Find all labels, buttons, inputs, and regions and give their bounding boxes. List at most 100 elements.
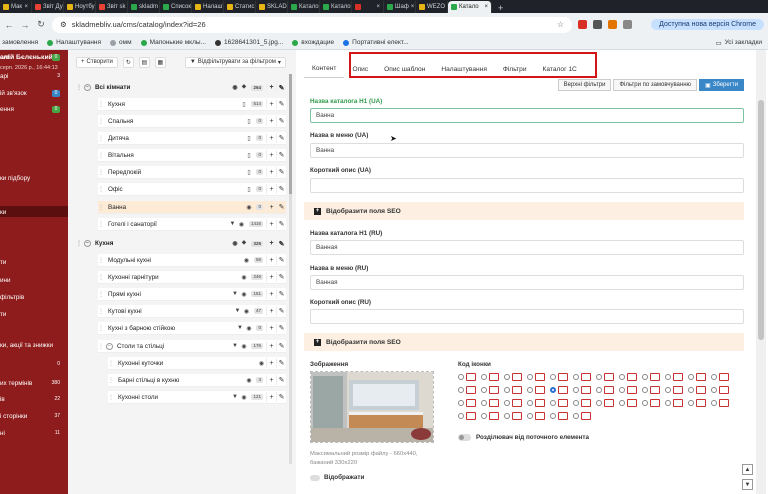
tree-row[interactable]: ⋮ Спальня ▯ 0 + ✎ — [98, 115, 286, 128]
icon-option[interactable] — [481, 384, 503, 396]
sidebar-menu-item[interactable]: ки — [0, 206, 68, 218]
icon-radio[interactable] — [711, 374, 717, 380]
edit-pencil-icon[interactable]: ✎ — [276, 116, 286, 126]
visibility-icon[interactable]: ◉ — [239, 274, 248, 281]
icon-option[interactable] — [596, 397, 618, 409]
visibility-icon[interactable]: ◉ — [244, 204, 253, 211]
edit-pencil-icon[interactable]: ✎ — [276, 289, 286, 299]
icon-option[interactable] — [527, 371, 549, 383]
tree-row[interactable]: ⋮ Кутові кухні ▼ ◉ 47 + ✎ — [98, 305, 286, 318]
bookmark-icon[interactable]: ▯ — [244, 152, 253, 159]
icon-radio[interactable] — [596, 400, 602, 406]
icon-radio[interactable] — [481, 413, 487, 419]
edit-pencil-icon[interactable]: ✎ — [276, 272, 286, 282]
edit-pencil-icon[interactable]: ✎ — [276, 392, 286, 402]
icon-option[interactable] — [619, 371, 641, 383]
add-child-button[interactable]: + — [266, 133, 276, 143]
icon-option[interactable] — [504, 397, 526, 409]
visibility-icon[interactable]: ◉ — [244, 325, 253, 332]
icon-option[interactable] — [550, 397, 572, 409]
refresh-button[interactable]: ↻ — [122, 56, 134, 68]
icon-radio[interactable] — [642, 387, 648, 393]
sidebar-menu-item[interactable]: фільтрів — [0, 291, 68, 303]
add-child-button[interactable]: + — [266, 289, 276, 299]
browser-tab[interactable]: Список× — [160, 1, 192, 13]
tag-icon[interactable]: ⬥ — [239, 84, 248, 91]
icon-option[interactable] — [596, 371, 618, 383]
icon-option[interactable] — [458, 384, 480, 396]
collapse-button[interactable]: ▤ — [138, 56, 150, 68]
extension-icon[interactable] — [608, 20, 617, 29]
edit-pencil-icon[interactable]: ✎ — [276, 167, 286, 177]
tree-row[interactable]: ⋮ Кухонні столи ▼ ◉ 121 + ✎ — [108, 391, 286, 404]
icon-option[interactable] — [665, 371, 687, 383]
icon-radio[interactable] — [550, 374, 556, 380]
icon-option[interactable] — [527, 397, 549, 409]
icon-radio[interactable] — [711, 400, 717, 406]
icon-option[interactable] — [573, 397, 595, 409]
top-filters-button[interactable]: Верхні фільтри — [557, 79, 612, 91]
extension-icon[interactable] — [593, 20, 602, 29]
add-child-button[interactable]: + — [266, 306, 276, 316]
icon-radio[interactable] — [527, 374, 533, 380]
icon-radio[interactable] — [550, 413, 556, 419]
visibility-icon[interactable]: ◉ — [242, 257, 251, 264]
browser-tab[interactable]: Шаф × — [384, 1, 416, 13]
icon-option[interactable] — [481, 410, 503, 422]
icon-radio[interactable] — [688, 400, 694, 406]
edit-pencil-icon[interactable]: ✎ — [276, 202, 286, 212]
tab-close-icon[interactable]: × — [24, 4, 28, 10]
tree-row[interactable]: ⋮ Барні стільці в кухню ◉ 4 + ✎ — [108, 374, 286, 387]
scroll-bottom-arrow-icon[interactable]: ▼ — [742, 479, 753, 490]
separator-toggle[interactable] — [458, 434, 471, 441]
icon-option[interactable] — [665, 397, 687, 409]
drag-handle-icon[interactable]: ⋮ — [76, 240, 82, 247]
sidebar-menu-item[interactable]: і сторінки 37 — [0, 410, 68, 422]
h1-ru-input[interactable]: Ванная — [310, 240, 744, 255]
bookmark-icon[interactable]: ▯ — [239, 101, 248, 108]
browser-tab[interactable]: Катало × — [448, 1, 492, 13]
browser-tab[interactable]: skladm× — [128, 1, 160, 13]
icon-radio[interactable] — [527, 413, 533, 419]
icon-radio[interactable] — [458, 374, 464, 380]
filter-icon[interactable]: ▼ — [230, 394, 239, 400]
visibility-icon[interactable]: ◉ — [239, 394, 248, 401]
icon-radio[interactable] — [596, 387, 602, 393]
tree-row[interactable]: ⋮ − Кухня ◉ ⬥ 326 + ✎ — [76, 237, 286, 250]
icon-option[interactable] — [711, 397, 733, 409]
create-button[interactable]: + Створити — [76, 56, 118, 68]
tree-scrollbar-thumb[interactable] — [289, 74, 292, 194]
all-bookmarks-button[interactable]: ▭ Усі закладки — [715, 39, 766, 47]
add-child-button[interactable]: + — [266, 150, 276, 160]
tree-row[interactable]: ⋮ Офіс ▯ 0 + ✎ — [98, 183, 286, 196]
filter-icon[interactable]: ▼ — [230, 343, 239, 349]
icon-option[interactable] — [458, 397, 480, 409]
browser-tab[interactable]: Звіт sk× — [96, 1, 128, 13]
add-child-button[interactable]: + — [266, 255, 276, 265]
browser-tab[interactable]: Звіт Ду× — [32, 1, 64, 13]
icon-option[interactable] — [504, 384, 526, 396]
add-child-button[interactable]: + — [266, 341, 276, 351]
browser-tab[interactable]: Мак × — [0, 1, 32, 13]
icon-option[interactable] — [596, 384, 618, 396]
bookmark-item[interactable]: замовлення — [2, 39, 38, 46]
page-scrollbar-thumb[interactable] — [758, 100, 764, 340]
drag-handle-icon[interactable]: ⋮ — [98, 343, 104, 350]
bookmark-item[interactable]: Мапонькие мклы... — [140, 39, 206, 46]
short-ru-input[interactable] — [310, 309, 744, 324]
edit-pencil-icon[interactable]: ✎ — [276, 99, 286, 109]
edit-pencil-icon[interactable]: ✎ — [276, 341, 286, 351]
bookmark-star-icon[interactable]: ☆ — [557, 20, 564, 29]
add-child-button[interactable]: + — [266, 82, 276, 93]
address-bar[interactable]: ⚙ skladmebliv.ua/cms/catalog/index?id=26… — [52, 16, 572, 33]
bookmark-icon[interactable]: ▯ — [244, 135, 253, 142]
icon-radio[interactable] — [688, 374, 694, 380]
icon-radio[interactable] — [527, 400, 533, 406]
icon-radio[interactable] — [665, 374, 671, 380]
icon-option[interactable] — [481, 371, 503, 383]
edit-pencil-icon[interactable]: ✎ — [276, 375, 286, 385]
expand-button[interactable]: ▦ — [154, 56, 166, 68]
icon-option[interactable] — [711, 371, 733, 383]
sidebar-menu-item[interactable]: ення 0 — [0, 103, 68, 115]
filter-icon[interactable]: ▼ — [233, 308, 242, 314]
